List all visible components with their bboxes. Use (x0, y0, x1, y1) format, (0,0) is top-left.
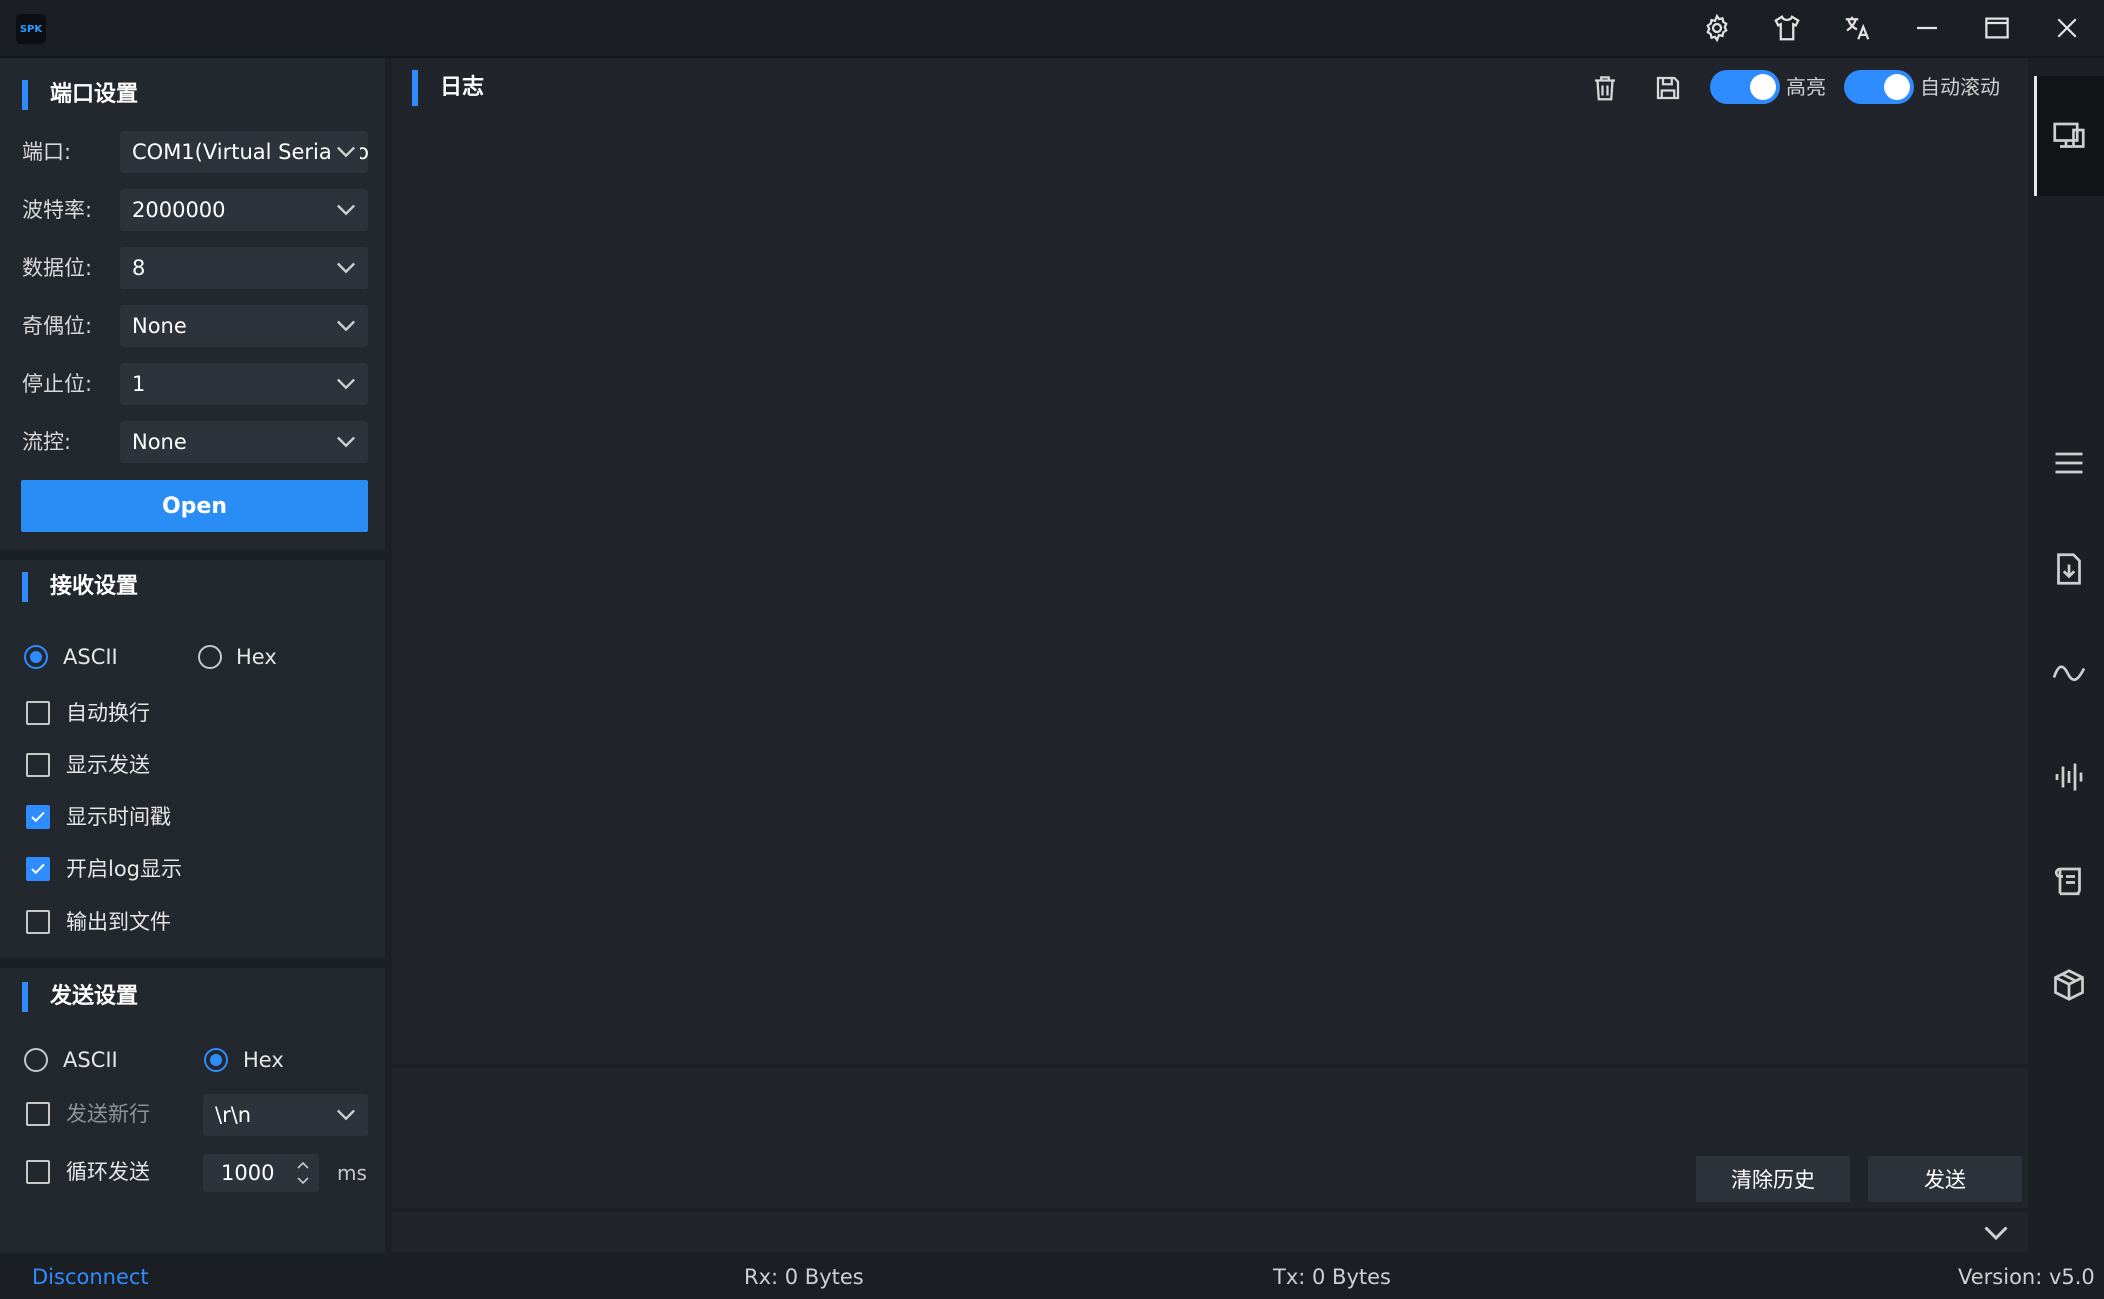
port-settings-title: 端口设置 (22, 80, 138, 110)
chevron-down-icon (332, 253, 360, 281)
serial-device-icon[interactable] (2048, 115, 2090, 157)
loop-send-label: 循环发送 (66, 1160, 150, 1184)
port-select[interactable]: COM1(Virtual Serial Port) (120, 131, 368, 173)
section-divider (0, 550, 385, 560)
parity-value: None (132, 314, 187, 338)
status-bar (0, 1255, 2104, 1299)
auto-scroll-label: 自动滚动 (1920, 75, 2000, 99)
show-timestamp-checkbox[interactable] (26, 805, 50, 829)
chevron-down-icon (332, 195, 360, 223)
save-log-icon[interactable] (1646, 66, 1690, 110)
parity-label: 奇偶位: (22, 314, 93, 338)
send-newline-label: 发送新行 (66, 1102, 150, 1126)
newline-value: \r\n (215, 1103, 252, 1127)
maximize-icon[interactable] (1973, 8, 2021, 48)
waveform-icon[interactable] (2048, 652, 2090, 694)
send-button[interactable]: 发送 (1868, 1156, 2022, 1202)
clear-log-trash-icon[interactable] (1583, 66, 1627, 110)
data-bits-label: 数据位: (22, 256, 93, 280)
script-scroll-icon[interactable] (2048, 860, 2090, 902)
send-hex-radio[interactable] (204, 1048, 228, 1072)
check-icon (31, 863, 45, 875)
send-ascii-label: ASCII (63, 1048, 118, 1072)
receive-ascii-label: ASCII (63, 645, 118, 669)
theme-shirt-icon[interactable] (1763, 8, 1811, 48)
chevron-down-icon (332, 311, 360, 339)
send-newline-checkbox[interactable] (26, 1102, 50, 1126)
loop-interval-value: 1000 (221, 1161, 275, 1185)
flow-control-label: 流控: (22, 430, 72, 454)
chevron-down-icon (332, 427, 360, 455)
history-chevron-down-icon[interactable] (1978, 1214, 2014, 1250)
loop-send-checkbox[interactable] (26, 1160, 50, 1184)
output-to-file-label: 输出到文件 (66, 910, 171, 934)
chevron-down-icon (332, 137, 360, 165)
settings-icon[interactable] (1693, 8, 1741, 48)
receive-ascii-radio[interactable] (24, 645, 48, 669)
settings-panel (0, 58, 385, 1253)
send-ascii-radio[interactable] (24, 1048, 48, 1072)
receive-hex-radio[interactable] (198, 645, 222, 669)
highlight-toggle[interactable] (1710, 70, 1780, 104)
flow-control-select[interactable]: None (120, 421, 368, 463)
port-label: 端口: (22, 140, 72, 164)
file-download-icon[interactable] (2048, 548, 2090, 590)
receive-hex-label: Hex (236, 645, 277, 669)
enable-log-checkbox[interactable] (26, 857, 50, 881)
output-to-file-checkbox[interactable] (26, 910, 50, 934)
flow-control-value: None (132, 430, 187, 454)
open-port-button[interactable]: Open (21, 480, 368, 532)
receive-settings-title: 接收设置 (22, 572, 138, 602)
minimize-icon[interactable] (1903, 8, 1951, 48)
data-bits-select[interactable]: 8 (120, 247, 368, 289)
loop-interval-stepper[interactable]: 1000 (203, 1154, 319, 1192)
app-logo: SPK (16, 14, 46, 44)
show-send-label: 显示发送 (66, 753, 150, 777)
stop-bits-select[interactable]: 1 (120, 363, 368, 405)
package-cube-icon[interactable] (2048, 964, 2090, 1006)
baud-rate-select[interactable]: 2000000 (120, 189, 368, 231)
section-divider (0, 958, 385, 968)
highlight-label: 高亮 (1786, 75, 1826, 99)
history-bar (392, 1212, 2028, 1252)
version-label: Version: v5.0 (1958, 1265, 2095, 1289)
send-hex-label: Hex (243, 1048, 284, 1072)
spin-arrows-icon[interactable] (293, 1156, 313, 1190)
newline-select[interactable]: \r\n (203, 1094, 368, 1136)
parity-select[interactable]: None (120, 305, 368, 347)
data-bits-value: 8 (132, 256, 146, 280)
auto-scroll-toggle[interactable] (1844, 70, 1914, 104)
tx-bytes: Tx: 0 Bytes (1273, 1265, 1391, 1289)
enable-log-label: 开启log显示 (66, 857, 183, 881)
loop-interval-unit: ms (337, 1161, 367, 1185)
chevron-down-icon (332, 369, 360, 397)
stop-bits-label: 停止位: (22, 372, 93, 396)
auto-wrap-label: 自动换行 (66, 701, 150, 725)
check-icon (31, 811, 45, 823)
audio-bars-icon[interactable] (2048, 756, 2090, 798)
rx-bytes: Rx: 0 Bytes (744, 1265, 864, 1289)
log-title: 日志 (412, 70, 484, 106)
connection-status-link[interactable]: Disconnect (32, 1262, 149, 1292)
baud-rate-label: 波特率: (22, 198, 93, 222)
chevron-down-icon (332, 1100, 360, 1128)
translate-icon[interactable] (1833, 8, 1881, 48)
close-icon[interactable] (2043, 8, 2091, 48)
clear-history-button[interactable]: 清除历史 (1696, 1156, 1850, 1202)
show-timestamp-label: 显示时间戳 (66, 805, 171, 829)
log-output-area[interactable] (392, 58, 2028, 1064)
auto-wrap-checkbox[interactable] (26, 701, 50, 725)
send-settings-title: 发送设置 (22, 982, 138, 1012)
show-send-checkbox[interactable] (26, 753, 50, 777)
menu-icon[interactable] (2048, 442, 2090, 484)
baud-rate-value: 2000000 (132, 198, 226, 222)
stop-bits-value: 1 (132, 372, 146, 396)
